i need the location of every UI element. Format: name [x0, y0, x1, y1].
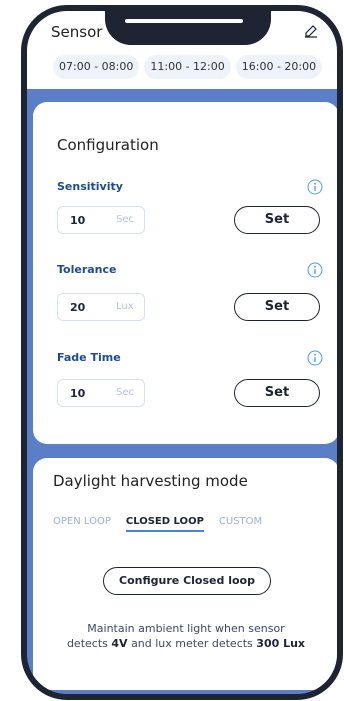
sensitivity-value: 10 [70, 214, 86, 227]
description-mid: and lux meter detects [131, 637, 253, 650]
lux-value: 300 Lux [256, 637, 306, 650]
configuration-title: Configuration [57, 136, 159, 154]
page-title: Sensor [51, 23, 103, 41]
description-prefix: detects [66, 637, 108, 650]
mode-description: Maintain ambient light when sensor detec… [47, 621, 325, 651]
tolerance-value: 20 [70, 301, 86, 314]
tolerance-label: Tolerance [57, 263, 117, 276]
daylight-harvesting-card: Daylight harvesting mode OPEN LOOP CLOSE… [33, 458, 337, 690]
sensitivity-set-button[interactable]: Set [234, 206, 320, 234]
fade-time-value: 10 [70, 387, 86, 400]
mode-tabs: OPEN LOOP CLOSED LOOP CUSTOM [53, 516, 262, 532]
time-slot-chip[interactable]: 07:00 - 08:00 [53, 55, 140, 79]
info-icon[interactable] [307, 179, 323, 195]
fade-time-input[interactable]: 10 Sec [57, 379, 145, 407]
sensitivity-label: Sensitivity [57, 180, 123, 193]
configure-closed-loop-button[interactable]: Configure Closed loop [103, 567, 271, 595]
sensitivity-input[interactable]: 10 Sec [57, 206, 145, 234]
voltage-value: 4V [111, 637, 128, 650]
time-slot-chip[interactable]: 11:00 - 12:00 [144, 55, 231, 79]
phone-frame: Sensor 07:00 - 08:00 11:00 - 12:00 16:00… [21, 5, 343, 700]
fade-time-unit: Sec [116, 387, 134, 398]
info-icon[interactable] [307, 350, 323, 366]
tab-closed-loop[interactable]: CLOSED LOOP [125, 516, 204, 532]
edit-icon[interactable] [303, 23, 319, 39]
tab-open-loop[interactable]: OPEN LOOP [53, 516, 111, 532]
tolerance-unit: Lux [116, 301, 134, 312]
tolerance-set-button[interactable]: Set [234, 293, 320, 321]
info-icon[interactable] [307, 262, 323, 278]
time-slot-list: 07:00 - 08:00 11:00 - 12:00 16:00 - 20:0… [53, 55, 323, 79]
daylight-title: Daylight harvesting mode [53, 472, 248, 490]
description-line1: Maintain ambient light when sensor [87, 622, 285, 635]
sensitivity-unit: Sec [116, 214, 134, 225]
tolerance-input[interactable]: 20 Lux [57, 293, 145, 321]
notch-bar [125, 19, 243, 23]
fade-time-label: Fade Time [57, 351, 121, 364]
tab-custom[interactable]: CUSTOM [219, 516, 262, 532]
time-slot-chip[interactable]: 16:00 - 20:00 [235, 55, 323, 79]
phone-notch [105, 11, 271, 45]
configuration-card: Configuration Sensitivity 10 Sec Set Tol… [33, 102, 337, 444]
fade-time-set-button[interactable]: Set [234, 379, 320, 407]
